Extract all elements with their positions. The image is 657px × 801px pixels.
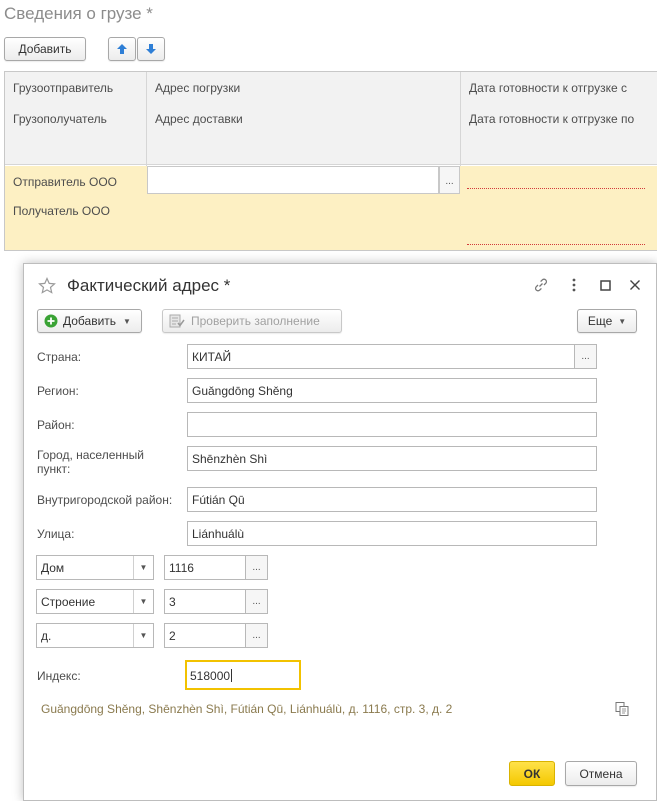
- add-button[interactable]: Добавить ▼: [37, 309, 142, 333]
- arrow-down-icon: [146, 44, 156, 54]
- add-cargo-button[interactable]: Добавить: [4, 37, 86, 61]
- loading-address-input[interactable]: [147, 166, 439, 194]
- address-summary: Guǎngdōng Shěng, Shēnzhèn Shì, Fútián Qū…: [41, 702, 453, 716]
- close-icon[interactable]: [624, 274, 646, 296]
- index-label: Индекс:: [37, 669, 81, 683]
- more-menu-label: Еще: [587, 314, 613, 328]
- link-icon[interactable]: [530, 274, 552, 296]
- add-cargo-label: Добавить: [18, 42, 72, 56]
- country-select-button[interactable]: ...: [575, 344, 597, 369]
- loading-address-select-button[interactable]: ...: [439, 166, 460, 194]
- check-form-icon: [169, 314, 185, 328]
- intracity-district-input[interactable]: Fútián Qū: [187, 487, 597, 512]
- country-label: Страна:: [37, 350, 82, 364]
- text-caret: [231, 669, 233, 682]
- chevron-down-icon: ▼: [618, 316, 627, 326]
- house-type-select[interactable]: Дом ▼: [36, 555, 154, 580]
- index-value: 518000: [190, 669, 231, 683]
- star-icon[interactable]: [38, 277, 56, 295]
- unit-number-select-button[interactable]: ...: [246, 623, 268, 648]
- ok-label: ОК: [523, 766, 541, 781]
- unit-type-value: д.: [41, 629, 52, 643]
- kebab-menu-icon[interactable]: [563, 274, 585, 296]
- cancel-label: Отмена: [579, 766, 623, 781]
- ready-date-from-required[interactable]: [467, 188, 645, 189]
- cancel-button[interactable]: Отмена: [565, 761, 637, 786]
- more-menu-button[interactable]: Еще ▼: [577, 309, 637, 333]
- plus-circle-icon: [44, 314, 58, 328]
- city-input[interactable]: Shēnzhèn Shì: [187, 446, 597, 471]
- actual-address-dialog: Фактический адрес * Добавить ▼ Проверить…: [23, 263, 657, 801]
- header-consignee[interactable]: Грузополучатель: [13, 112, 107, 126]
- building-type-select[interactable]: Строение ▼: [36, 589, 154, 614]
- street-label: Улица:: [37, 527, 75, 541]
- header-shipper[interactable]: Грузоотправитель: [13, 81, 113, 95]
- move-down-button[interactable]: [137, 37, 165, 61]
- ready-date-to-required[interactable]: [467, 244, 645, 245]
- header-delivery-address[interactable]: Адрес доставки: [155, 112, 243, 126]
- header-ready-date-to[interactable]: Дата готовности к отгрузке по: [469, 112, 634, 126]
- unit-number-input[interactable]: 2: [164, 623, 246, 648]
- check-fill-button[interactable]: Проверить заполнение: [162, 309, 342, 333]
- chevron-down-icon: ▼: [123, 316, 131, 326]
- chevron-down-icon: ▼: [133, 590, 153, 613]
- dialog-title: Фактический адрес *: [67, 276, 231, 295]
- district-label: Район:: [37, 418, 75, 432]
- street-input[interactable]: Liánhuálù: [187, 521, 597, 546]
- house-number-select-button[interactable]: ...: [246, 555, 268, 580]
- intracity-district-label: Внутригородской район:: [37, 493, 173, 507]
- cargo-table: Грузоотправитель Грузополучатель Адрес п…: [4, 71, 657, 251]
- check-fill-label: Проверить заполнение: [191, 314, 320, 328]
- row-sender[interactable]: Отправитель ООО: [13, 175, 117, 189]
- arrow-up-icon: [117, 44, 127, 54]
- region-label: Регион:: [37, 384, 79, 398]
- chevron-down-icon: ▼: [133, 624, 153, 647]
- copy-icon[interactable]: [614, 701, 630, 717]
- header-ready-date-from[interactable]: Дата готовности к отгрузке с: [469, 81, 627, 95]
- move-up-button[interactable]: [108, 37, 136, 61]
- add-button-label: Добавить: [63, 314, 117, 328]
- chevron-down-icon: ▼: [133, 556, 153, 579]
- building-number-input[interactable]: 3: [164, 589, 246, 614]
- table-row[interactable]: Отправитель ООО Получатель ООО ...: [5, 166, 657, 250]
- country-input[interactable]: КИТАЙ: [187, 344, 575, 369]
- house-number-input[interactable]: 1116: [164, 555, 246, 580]
- header-loading-address[interactable]: Адрес погрузки: [155, 81, 240, 95]
- cargo-table-header: Грузоотправитель Грузополучатель Адрес п…: [5, 72, 657, 165]
- index-input[interactable]: 518000: [185, 660, 301, 690]
- unit-type-select[interactable]: д. ▼: [36, 623, 154, 648]
- district-input[interactable]: [187, 412, 597, 437]
- maximize-icon[interactable]: [594, 274, 616, 296]
- building-number-select-button[interactable]: ...: [246, 589, 268, 614]
- section-title: Сведения о грузе *: [4, 4, 153, 23]
- house-type-value: Дом: [41, 561, 65, 575]
- city-label: Город, населенный пункт:: [37, 448, 144, 476]
- building-type-value: Строение: [41, 595, 96, 609]
- region-input[interactable]: Guǎngdōng Shěng: [187, 378, 597, 403]
- row-receiver[interactable]: Получатель ООО: [13, 204, 110, 218]
- ok-button[interactable]: ОК: [509, 761, 555, 786]
